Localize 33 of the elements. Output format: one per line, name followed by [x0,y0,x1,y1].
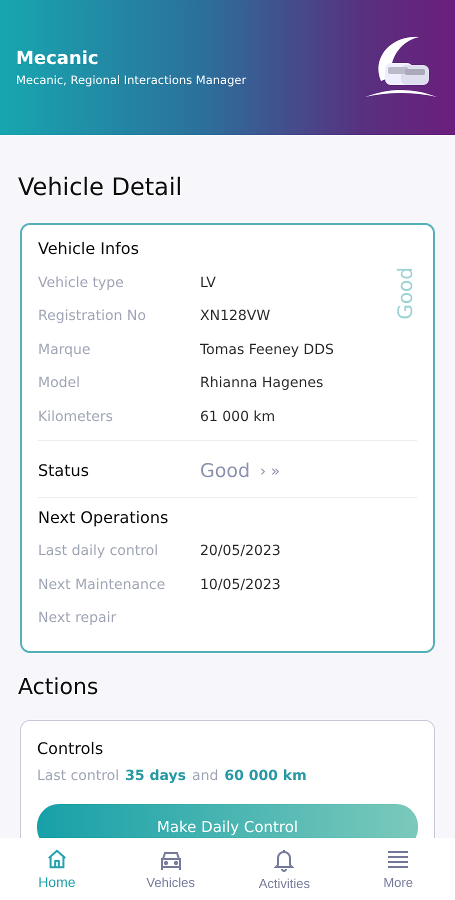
chevron-icon[interactable]: › » [260,462,280,480]
field-value: LV [200,274,216,291]
control-text: and [192,768,218,784]
field-label: Model [38,375,82,392]
field-value: Tomas Feeney DDS [200,342,334,358]
status-value[interactable]: Good [200,460,250,482]
status-label: Status [38,461,90,480]
field-value: 61 000 km [200,408,276,425]
menu-icon [386,848,410,870]
section-heading: Actions [18,675,100,700]
section-title: Next Operations [38,508,170,526]
section-title: Controls [37,739,104,758]
field-label: Marque [38,342,92,358]
section-title: Vehicle Infos [38,239,140,258]
highlight-value: 60 000 km [224,768,307,784]
field-label: Next Maintenance [38,576,166,593]
field-label: Last daily control [38,543,160,560]
field-label: Kilometers [38,408,114,425]
user-role: Mecanic, Regional Interactions Manager [16,73,246,87]
home-icon [46,848,68,870]
control-text: Last control [37,768,120,784]
status-text: Good [393,267,417,320]
field-value: 20/05/2023 [200,543,281,560]
user-name: Mecanic [16,48,100,69]
bell-icon [273,848,296,872]
field-label: Vehicle type [38,274,125,291]
field-value: 10/05/2023 [200,576,281,593]
highlight-value: 35 days [125,768,186,784]
field-label: Registration No [38,308,147,324]
field-label: Next repair [38,610,118,626]
field-value: Rhianna Hagenes [200,375,324,392]
field-value: XN128VW [200,308,270,324]
page-title: Vehicle Detail [18,173,184,201]
